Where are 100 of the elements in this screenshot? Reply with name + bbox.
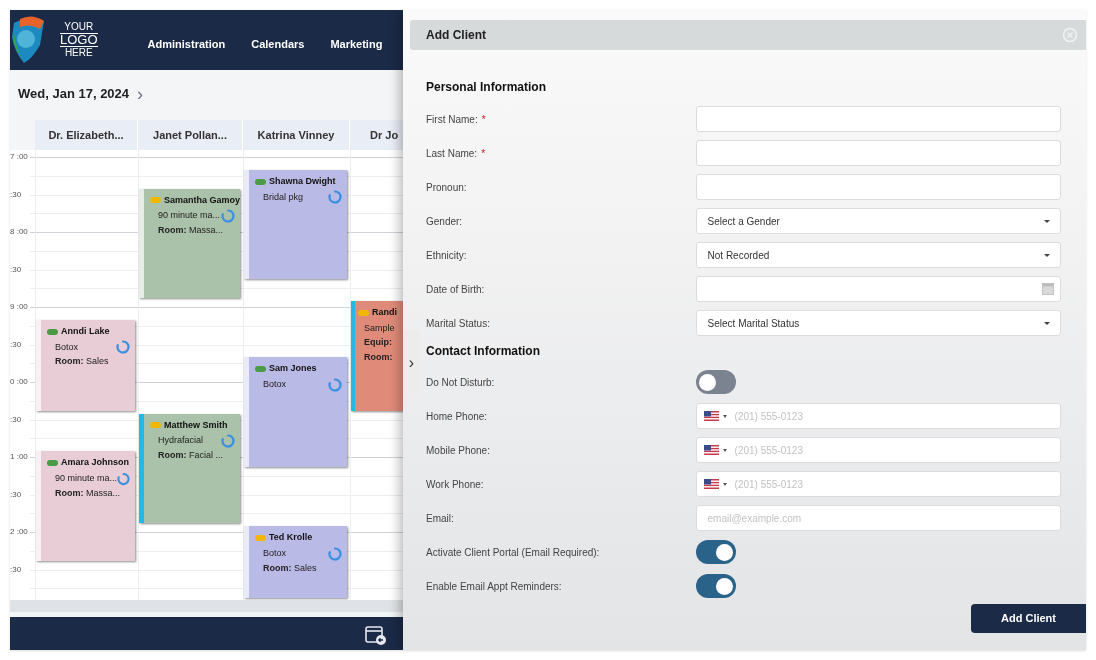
sync-icon bbox=[328, 190, 342, 205]
caret-icon bbox=[722, 482, 727, 486]
service-name: Hydrafacial bbox=[158, 434, 204, 448]
sync-icon bbox=[328, 546, 342, 561]
service-name: 90 minute ma... bbox=[55, 471, 118, 485]
field-label: Last Name: bbox=[426, 146, 478, 161]
phone-input-field[interactable]: (201) 555-0123 bbox=[734, 472, 1060, 496]
client-name: Samantha Gamoy bbox=[163, 193, 240, 207]
dropdown-field[interactable]: Select a Gender bbox=[695, 208, 1061, 234]
field-label: Work Phone: bbox=[426, 477, 484, 492]
calendar-date: Wed, Jan 17, 2024 bbox=[18, 85, 130, 104]
appointment-card[interactable]: Samantha Gamoy 90 minute ma... Room: Massa... bbox=[139, 188, 240, 298]
nav-link[interactable]: Administration bbox=[147, 35, 226, 53]
appointment-detail: Room: Facial ... bbox=[158, 449, 223, 462]
field-label: Mobile Phone: bbox=[426, 443, 490, 458]
dropdown-field[interactable]: Select Marital Status bbox=[695, 310, 1061, 336]
time-label: 2 :00 bbox=[10, 528, 28, 536]
sync-icon bbox=[221, 209, 235, 223]
logo-text: YOUR bbox=[64, 21, 94, 33]
section-heading: Contact Information bbox=[426, 343, 541, 360]
field-label: Do Not Disturb: bbox=[426, 375, 495, 390]
flag-icon bbox=[703, 479, 719, 489]
required-mark: * bbox=[481, 146, 486, 161]
toggle-switch[interactable] bbox=[696, 574, 736, 598]
sync-icon bbox=[117, 471, 130, 486]
field-label: First Name: bbox=[426, 112, 478, 127]
caret-icon bbox=[722, 448, 727, 452]
appointment-card[interactable]: Randi Sample Equip: Room: bbox=[351, 301, 403, 411]
time-label: 7 :00 bbox=[10, 153, 28, 161]
toggle-switch[interactable] bbox=[696, 540, 736, 564]
logo-icon bbox=[10, 15, 46, 65]
nav-link[interactable]: Calendars bbox=[251, 35, 305, 53]
appointment-card[interactable]: Amara Johnson 90 minute ma... Room: Massa... bbox=[36, 451, 135, 561]
time-label: 1 :00 bbox=[10, 453, 28, 461]
text-input-field[interactable] bbox=[695, 140, 1061, 166]
time-label: 9 :00 bbox=[10, 303, 28, 311]
appointment-detail: Equip: bbox=[364, 336, 392, 349]
section-heading: Personal Information bbox=[426, 79, 548, 96]
appointment-detail: Room: Sales bbox=[263, 561, 317, 575]
appointment-card[interactable]: Ted Krolle Botox Room: Sales bbox=[244, 526, 347, 598]
client-name: Randi bbox=[372, 306, 397, 319]
phone-field[interactable]: (201) 555-0123 bbox=[695, 471, 1061, 497]
field-label: Home Phone: bbox=[426, 409, 488, 424]
flag-icon bbox=[703, 411, 719, 421]
client-name: Amara Johnson bbox=[61, 456, 129, 469]
phone-field[interactable]: (201) 555-0123 bbox=[695, 403, 1061, 429]
service-name: Botox bbox=[263, 378, 286, 391]
time-label: :30 bbox=[10, 415, 22, 424]
field-label: Ethnicity: bbox=[426, 248, 467, 263]
appointment-detail: Room: Massa... bbox=[158, 224, 223, 237]
sync-icon bbox=[116, 340, 130, 355]
client-name: Sam Jones bbox=[269, 362, 317, 376]
flag-icon bbox=[703, 445, 719, 455]
text-input-field[interactable] bbox=[695, 174, 1061, 200]
time-label: :30 bbox=[10, 265, 22, 274]
phone-field[interactable]: (201) 555-0123 bbox=[695, 437, 1061, 463]
phone-input-field[interactable]: (201) 555-0123 bbox=[734, 438, 1060, 462]
client-name: Matthew Smith bbox=[164, 418, 228, 432]
field-label: Gender: bbox=[426, 214, 463, 229]
field-label: Pronoun: bbox=[426, 180, 467, 195]
add-client-button[interactable]: Add Client bbox=[971, 604, 1086, 633]
appointment-card[interactable]: Anndi Lake Botox Room: Sales bbox=[36, 319, 135, 411]
time-label: :30 bbox=[10, 340, 22, 349]
caret-icon bbox=[722, 414, 727, 418]
dropdown-field[interactable]: Not Recorded bbox=[695, 242, 1061, 268]
client-name: Shawna Dwight bbox=[269, 174, 336, 188]
calendar-return-icon bbox=[365, 624, 387, 645]
time-label: 0 :00 bbox=[10, 378, 28, 386]
appointment-card[interactable]: Matthew Smith Hydrafacial Room: Facial ... bbox=[139, 413, 240, 523]
field-label: Email: bbox=[426, 511, 454, 526]
sync-icon bbox=[221, 434, 235, 448]
time-label: :30 bbox=[10, 565, 22, 574]
nav-link[interactable]: Marketing bbox=[330, 35, 383, 53]
calendar-icon bbox=[1042, 283, 1054, 295]
next-day-button[interactable]: › bbox=[137, 85, 144, 103]
logo-text: HERE bbox=[64, 47, 93, 59]
field-label: Enable Email Appt Reminders: bbox=[426, 579, 562, 594]
client-name: Ted Krolle bbox=[269, 531, 313, 544]
phone-input-field[interactable]: (201) 555-0123 bbox=[734, 404, 1060, 428]
time-label: :30 bbox=[10, 190, 22, 199]
email-input-field[interactable]: email@example.com bbox=[695, 505, 1061, 531]
close-icon bbox=[1062, 27, 1078, 43]
service-name: Sample bbox=[364, 321, 395, 335]
service-name: 90 minute ma... bbox=[158, 209, 221, 223]
client-name: Anndi Lake bbox=[61, 324, 110, 338]
appointment-card[interactable]: Sam Jones Botox bbox=[244, 357, 347, 467]
field-label: Activate Client Portal (Email Required): bbox=[426, 545, 600, 560]
panel-title: Add Client bbox=[426, 27, 486, 44]
service-name: Bridal pkg bbox=[263, 190, 304, 204]
column-header: Dr Jo bbox=[370, 127, 399, 143]
appointment-detail: Room: bbox=[364, 350, 393, 364]
service-name: Botox bbox=[55, 340, 78, 354]
column-header: Katrina Vinney bbox=[257, 127, 335, 143]
date-field[interactable] bbox=[695, 276, 1061, 302]
logo-text: LOGO bbox=[60, 33, 98, 47]
appointment-card[interactable]: Shawna Dwight Bridal pkg bbox=[244, 169, 347, 280]
text-input-field[interactable] bbox=[695, 106, 1061, 132]
column-header: Dr. Elizabeth... bbox=[48, 127, 124, 143]
field-label: Marital Status: bbox=[426, 316, 490, 331]
toggle-switch[interactable] bbox=[696, 370, 736, 394]
